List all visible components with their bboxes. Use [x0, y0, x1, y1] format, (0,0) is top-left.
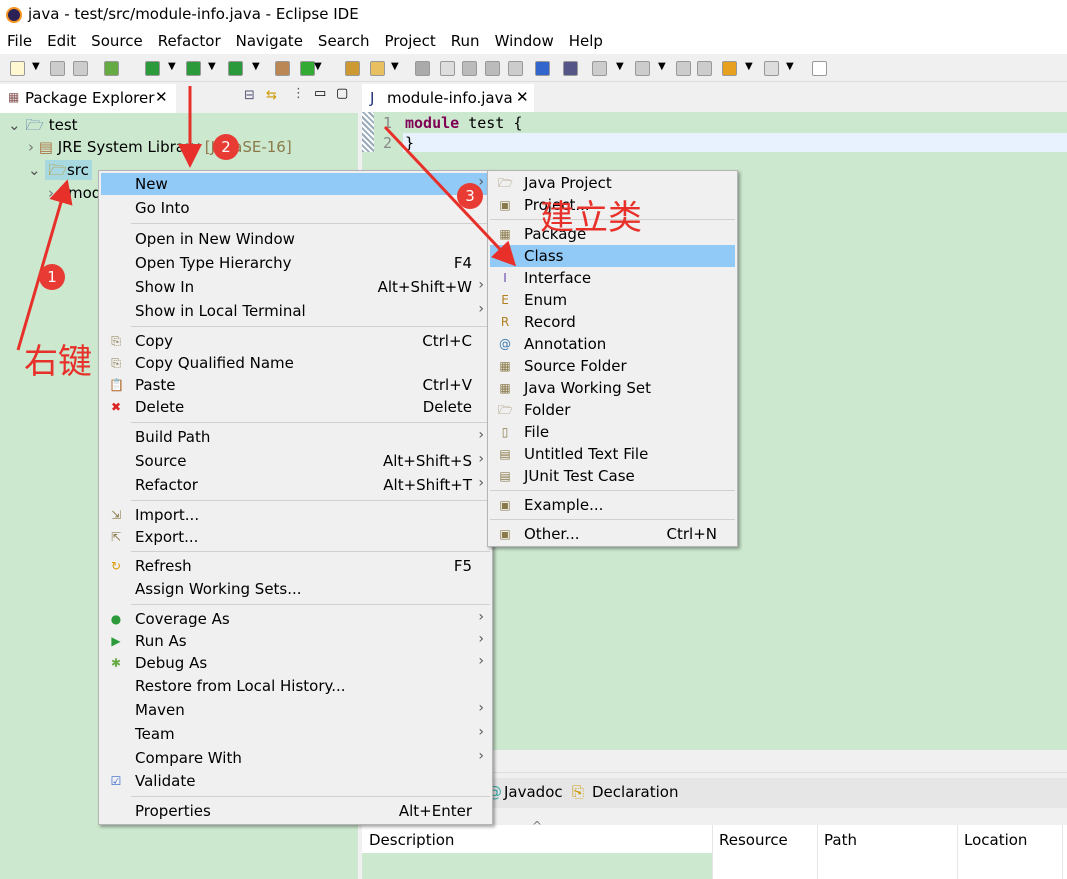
step-badge-3: 3: [457, 183, 483, 209]
arrow-3: [383, 125, 517, 267]
step-badge-1: 1: [39, 264, 65, 290]
annotation-arrows: [16, 86, 517, 351]
annotation-right-click: 右键: [24, 342, 92, 382]
step-badge-2: 2: [213, 134, 239, 160]
annotation-create-class: 建立类: [540, 198, 642, 238]
